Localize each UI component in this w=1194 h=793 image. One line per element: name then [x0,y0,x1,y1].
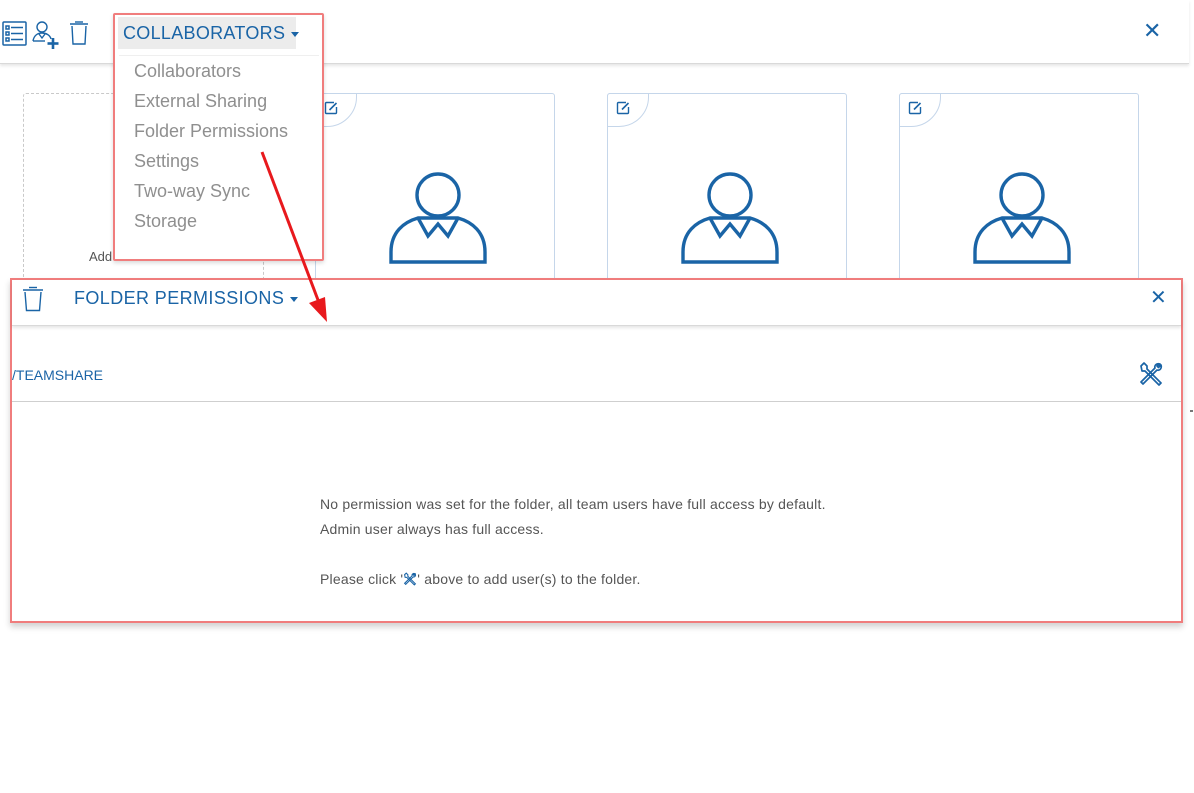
folder-permissions-panel: FOLDER PERMISSIONS ✕ /TEAMSHARE No permi… [10,278,1183,623]
edit-icon[interactable] [607,93,649,127]
collaborator-card[interactable] [315,93,555,283]
folder-permissions-dropdown-toggle[interactable]: FOLDER PERMISSIONS [74,288,299,309]
menu-item-folder-permissions[interactable]: Folder Permissions [119,116,319,146]
user-avatar-icon [389,172,487,264]
tools-icon[interactable] [1138,361,1164,387]
user-avatar-icon [681,172,779,264]
caret-down-icon [290,296,299,302]
close-icon[interactable]: ✕ [1143,21,1161,43]
menu-item-collaborators[interactable]: Collaborators [119,56,319,86]
close-icon[interactable]: ✕ [1150,286,1167,308]
menu-item-external-sharing[interactable]: External Sharing [119,86,319,116]
collaborators-dropdown-label: COLLABORATORS [123,23,286,43]
folder-path[interactable]: /TEAMSHARE [12,367,103,383]
collaborator-card[interactable] [607,93,847,283]
edit-icon[interactable] [899,93,941,127]
menu-item-storage[interactable]: Storage [119,206,319,236]
trash-icon[interactable] [22,286,44,312]
trash-icon[interactable] [69,21,89,46]
hint-text-before: Please click ' [320,571,404,587]
divider [12,401,1181,402]
add-user-icon[interactable] [31,19,61,50]
collaborators-menu: Collaborators External Sharing Folder Pe… [119,55,319,236]
collaborator-card[interactable] [899,93,1139,283]
folder-permissions-title: FOLDER PERMISSIONS [74,288,285,308]
menu-item-settings[interactable]: Settings [119,146,319,176]
stray-dot [1190,410,1193,412]
list-view-icon[interactable] [2,21,27,46]
collaborators-dropdown: COLLABORATORS Collaborators External Sha… [113,13,324,261]
tools-icon [403,572,417,586]
add-users-hint: Please click ' ' above to add user(s) to … [320,571,641,587]
caret-down-icon [291,31,300,37]
menu-item-two-way-sync[interactable]: Two-way Sync [119,176,319,206]
folder-permissions-header: FOLDER PERMISSIONS ✕ [12,280,1181,326]
hint-text-after: ' above to add user(s) to the folder. [417,571,641,587]
admin-access-message: Admin user always has full access. [320,521,544,537]
no-permission-message: No permission was set for the folder, al… [320,496,826,512]
user-avatar-icon [973,172,1071,264]
collaborators-dropdown-toggle[interactable]: COLLABORATORS [118,17,300,49]
